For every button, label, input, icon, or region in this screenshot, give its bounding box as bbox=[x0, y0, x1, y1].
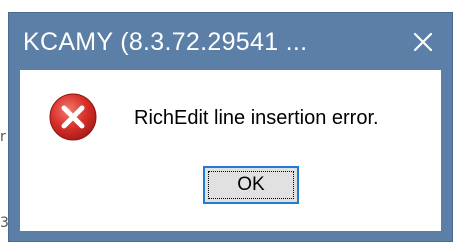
screen: r 3 KCAMY (8.3.72.29541 ... RichEdit lin… bbox=[0, 0, 461, 247]
close-icon bbox=[408, 27, 438, 57]
background-text-fragment: r bbox=[0, 129, 6, 145]
dialog-title: KCAMY (8.3.72.29541 ... bbox=[23, 28, 308, 56]
ok-button[interactable]: OK bbox=[203, 166, 299, 204]
dialog-body: RichEdit line insertion error. OK bbox=[20, 70, 441, 231]
dialog-titlebar[interactable]: KCAMY (8.3.72.29541 ... bbox=[9, 13, 452, 70]
error-dialog: KCAMY (8.3.72.29541 ... RichEdit line in… bbox=[8, 12, 453, 242]
error-message: RichEdit line insertion error. bbox=[134, 107, 379, 129]
error-icon bbox=[48, 92, 98, 142]
background-text-fragment: 3 bbox=[0, 215, 9, 231]
ok-button-label: OK bbox=[208, 171, 294, 199]
close-button[interactable] bbox=[408, 27, 438, 57]
